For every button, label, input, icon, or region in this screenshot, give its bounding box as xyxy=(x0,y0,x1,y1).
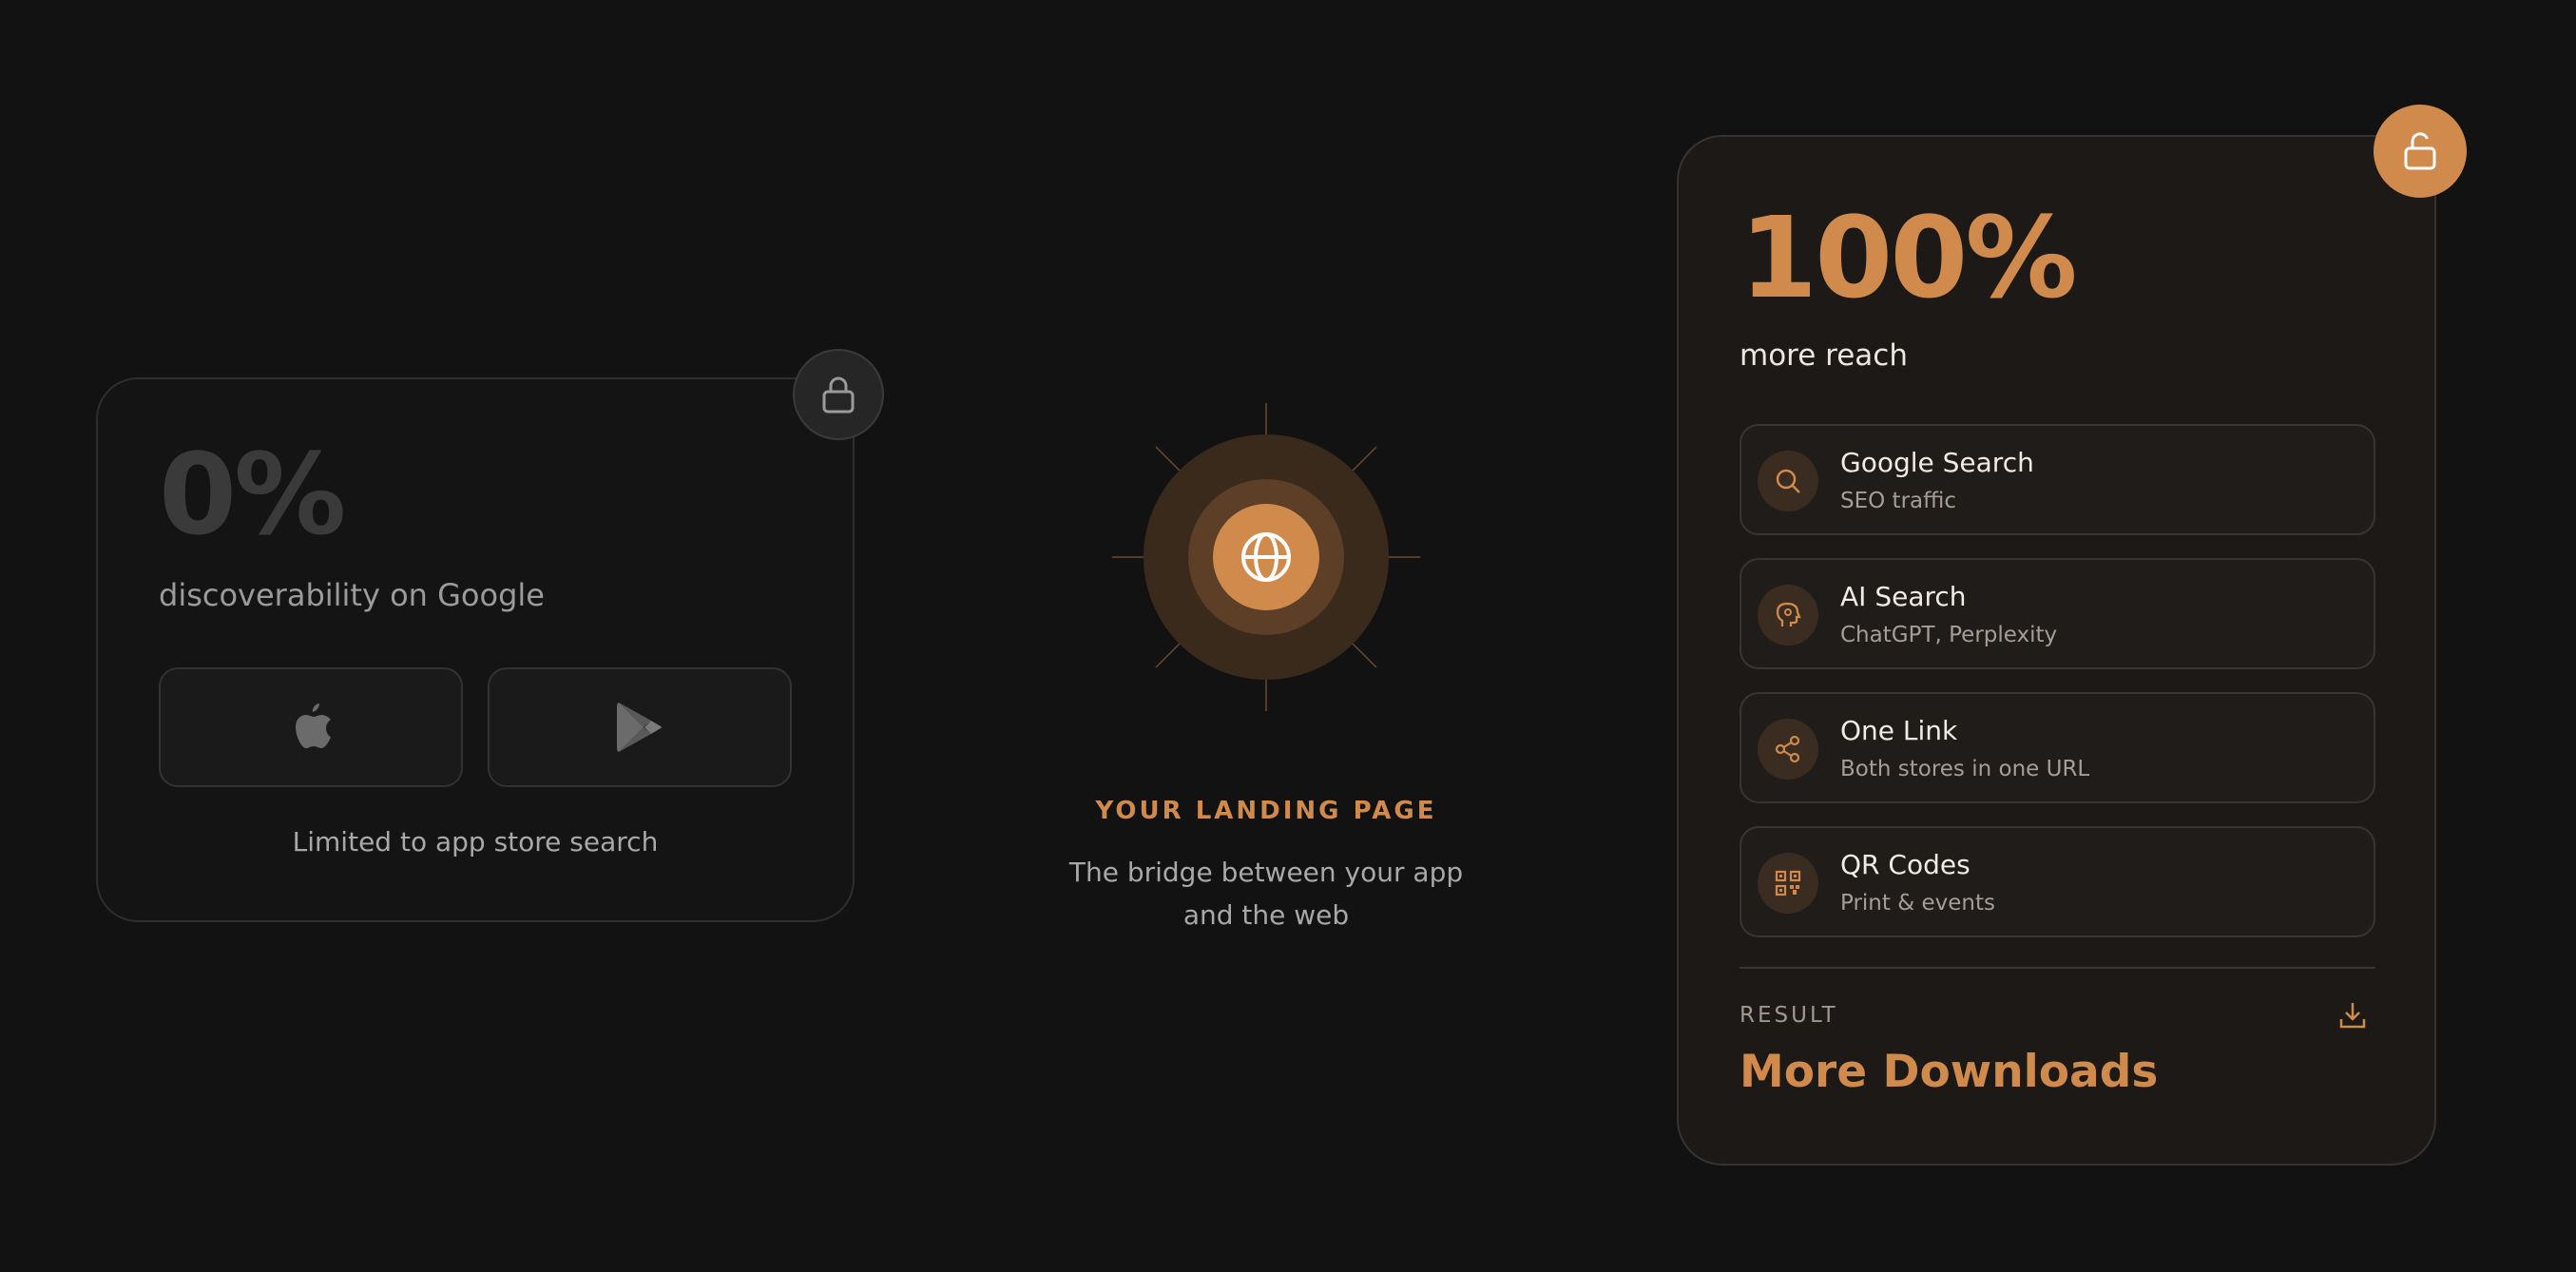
landing-page-subtitle-line2: and the web xyxy=(1182,899,1350,931)
landing-page-title: YOUR LANDING PAGE xyxy=(1095,797,1437,825)
app-store-button[interactable] xyxy=(159,667,463,787)
qr-code-icon xyxy=(1775,870,1801,896)
feature-one-link[interactable]: One Link Both stores in one URL xyxy=(1740,692,2375,803)
feature-title: AI Search xyxy=(1840,581,1967,612)
divider xyxy=(1740,967,2375,969)
feature-desc: Print & events xyxy=(1840,891,1995,915)
unlock-badge xyxy=(2374,105,2467,198)
lock-icon xyxy=(822,376,855,414)
unlocked-card: 100% more reach Google Search SEO traffi… xyxy=(1677,135,2436,1166)
google-play-icon xyxy=(617,703,662,752)
landing-page-globe-burst xyxy=(1112,403,1420,711)
reach-label: more reach xyxy=(1740,338,1908,373)
feature-desc: SEO traffic xyxy=(1840,489,1956,513)
feature-ai-search[interactable]: AI Search ChatGPT, Perplexity xyxy=(1740,558,2375,669)
landing-page-subtitle-line1: The bridge between your app xyxy=(1068,857,1464,888)
download-icon[interactable] xyxy=(2338,1000,2367,1031)
reach-stat: 100% xyxy=(1740,192,2078,323)
discoverability-label: discoverability on Google xyxy=(159,577,545,613)
feature-title: Google Search xyxy=(1840,447,2034,478)
google-play-button[interactable] xyxy=(488,667,792,787)
landing-page-subtitle: The bridge between your app and the web xyxy=(1031,851,1501,936)
lock-badge xyxy=(793,349,884,440)
feature-title: One Link xyxy=(1840,715,1958,746)
ai-head-icon xyxy=(1776,602,1801,626)
search-icon xyxy=(1776,469,1800,493)
feature-google-search[interactable]: Google Search SEO traffic xyxy=(1740,424,2375,535)
share-icon xyxy=(1775,735,1800,763)
result-value: More Downloads xyxy=(1740,1046,2159,1098)
locked-card: 0% discoverability on Google Limited to … xyxy=(96,377,855,922)
discoverability-stat: 0% xyxy=(159,429,346,560)
feature-title: QR Codes xyxy=(1840,849,1970,880)
app-store-caption: Limited to app store search xyxy=(292,826,659,858)
feature-qr-codes[interactable]: QR Codes Print & events xyxy=(1740,826,2375,937)
feature-desc: ChatGPT, Perplexity xyxy=(1840,623,2058,647)
unlock-icon xyxy=(2404,132,2436,170)
result-label: RESULT xyxy=(1740,1003,1838,1028)
apple-icon xyxy=(296,703,331,748)
feature-desc: Both stores in one URL xyxy=(1840,757,2090,781)
